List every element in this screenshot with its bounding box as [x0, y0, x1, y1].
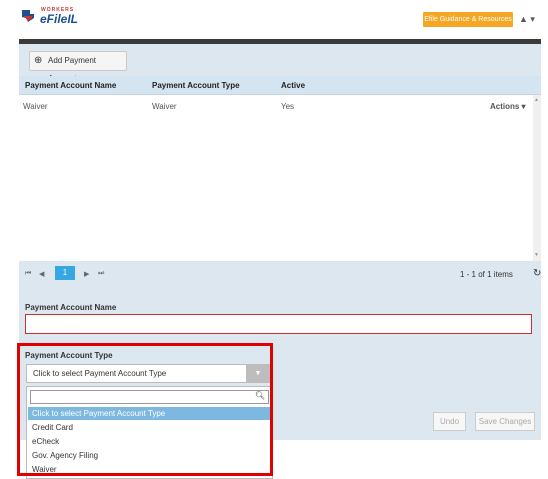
grid-header: Payment Account Name Payment Account Typ…	[19, 76, 541, 95]
logo-icon	[20, 8, 36, 24]
logo-text: eFileIL	[40, 12, 79, 26]
payment-account-name-label: Payment Account Name	[25, 303, 117, 312]
next-page-icon[interactable]: ▶	[84, 270, 89, 278]
prev-page-icon[interactable]: ◀	[39, 270, 44, 278]
dropdown-option[interactable]: Click to select Payment Account Type	[28, 407, 271, 420]
payment-account-type-label: Payment Account Type	[25, 351, 113, 360]
column-header-active[interactable]: Active	[281, 81, 305, 90]
undo-button[interactable]: Undo	[433, 412, 466, 431]
grid-scrollbar[interactable]: ▲ ▼	[533, 95, 541, 261]
cell-active: Yes	[281, 102, 295, 111]
dropdown-search-input[interactable]: 🔍︎	[30, 390, 269, 404]
table-row[interactable]: Waiver Waiver Yes Actions ▾	[19, 95, 533, 115]
search-icon: 🔍︎	[254, 391, 265, 400]
last-page-icon[interactable]: ⏭	[98, 270, 104, 278]
scroll-down-icon[interactable]: ▼	[534, 252, 539, 258]
column-header-type[interactable]: Payment Account Type	[152, 81, 240, 90]
cell-type: Waiver	[152, 102, 177, 111]
row-actions-menu[interactable]: Actions ▾	[490, 102, 526, 111]
efile-guidance-button[interactable]: Efile Guidance & Resources	[423, 12, 513, 27]
chevron-down-icon[interactable]: ▼	[246, 365, 270, 382]
type-select-value: Click to select Payment Account Type	[33, 369, 167, 378]
refresh-icon[interactable]: ↻	[533, 268, 541, 279]
column-header-name[interactable]: Payment Account Name	[25, 81, 116, 90]
dropdown-option[interactable]: Gov. Agency Filing	[28, 449, 271, 462]
add-payment-account-button[interactable]: ⊕ Add Payment Account	[29, 51, 127, 83]
payment-account-type-select[interactable]: Click to select Payment Account Type ▼	[26, 364, 271, 383]
payment-account-name-input[interactable]	[25, 314, 532, 334]
user-menu-button[interactable]: ▲ ▾	[519, 12, 539, 27]
cell-name: Waiver	[23, 102, 48, 111]
scroll-up-icon[interactable]: ▲	[534, 97, 539, 103]
dropdown-option[interactable]: Credit Card	[28, 421, 271, 434]
current-page-button[interactable]: 1	[55, 266, 75, 280]
dropdown-option[interactable]: eCheck	[28, 435, 271, 448]
plus-circle-icon: ⊕	[34, 55, 43, 66]
dropdown-option[interactable]: Waiver	[28, 463, 271, 476]
payment-account-type-dropdown: 🔍︎ Click to select Payment Account Type …	[26, 386, 273, 479]
grid-pager: ⏮ ◀ 1 ▶ ⏭ 1 - 1 of 1 items ↻	[19, 261, 541, 287]
save-changes-button[interactable]: Save Changes	[475, 412, 535, 431]
grid-body: Waiver Waiver Yes Actions ▾	[19, 95, 533, 261]
first-page-icon[interactable]: ⏮	[25, 270, 31, 278]
pager-info: 1 - 1 of 1 items	[460, 270, 513, 279]
